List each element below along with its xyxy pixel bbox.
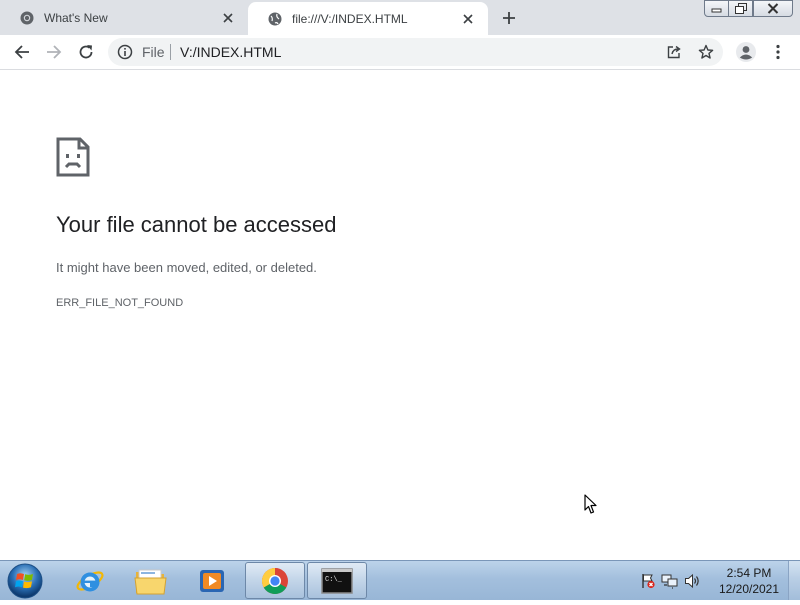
chrome-icon bbox=[261, 567, 288, 594]
error-title: Your file cannot be accessed bbox=[56, 212, 337, 237]
restore-icon bbox=[734, 3, 747, 14]
plus-icon bbox=[503, 12, 515, 24]
tab-strip: What's New file:///V:/INDEX.HTML bbox=[0, 0, 800, 35]
close-icon bbox=[767, 3, 779, 14]
browser-toolbar: File V:/INDEX.HTML bbox=[0, 35, 800, 70]
back-button[interactable] bbox=[8, 38, 36, 66]
reload-button[interactable] bbox=[72, 38, 100, 66]
arrow-right-icon bbox=[47, 45, 62, 59]
divider bbox=[170, 44, 171, 60]
forward-button[interactable] bbox=[40, 38, 68, 66]
reload-icon bbox=[79, 45, 93, 59]
bookmark-star-icon[interactable] bbox=[696, 42, 716, 62]
chrome-icon bbox=[20, 11, 34, 25]
system-clock[interactable]: 2:54 PM 12/20/2021 bbox=[716, 565, 782, 597]
volume-icon[interactable] bbox=[684, 573, 700, 589]
mouse-cursor-icon bbox=[584, 494, 598, 520]
clock-time: 2:54 PM bbox=[726, 566, 772, 580]
media-player-icon bbox=[200, 569, 224, 592]
windows-logo-icon bbox=[7, 563, 43, 599]
info-icon[interactable] bbox=[117, 44, 133, 60]
taskbar: C:\_ 2:54 PM 12/20/2021 bbox=[0, 560, 800, 600]
command-prompt-icon: C:\_ bbox=[321, 567, 353, 594]
sad-file-icon bbox=[56, 137, 90, 182]
share-icon[interactable] bbox=[664, 42, 684, 62]
avatar-icon bbox=[736, 42, 756, 62]
taskbar-media-player[interactable] bbox=[182, 562, 242, 599]
globe-icon bbox=[268, 12, 282, 26]
address-bar[interactable]: File V:/INDEX.HTML bbox=[108, 38, 723, 66]
error-message: It might have been moved, edited, or del… bbox=[56, 260, 317, 275]
tab-title: What's New bbox=[44, 10, 108, 25]
arrow-left-icon bbox=[14, 45, 29, 59]
new-tab-button[interactable] bbox=[498, 7, 520, 29]
profile-button[interactable] bbox=[732, 38, 760, 66]
taskbar-file-explorer[interactable] bbox=[121, 562, 181, 599]
restore-button[interactable] bbox=[728, 0, 753, 17]
clock-date: 12/20/2021 bbox=[718, 582, 780, 596]
taskbar-internet-explorer[interactable] bbox=[60, 562, 120, 599]
system-tray bbox=[640, 571, 700, 591]
site-scheme-label: File bbox=[142, 44, 165, 60]
cmd-prompt-text: C:\_ bbox=[325, 576, 343, 584]
close-tab-icon[interactable] bbox=[460, 11, 476, 27]
error-code: ERR_FILE_NOT_FOUND bbox=[56, 297, 184, 309]
minimize-button[interactable] bbox=[704, 0, 729, 17]
action-center-flag-icon[interactable] bbox=[640, 573, 656, 589]
url-text[interactable]: V:/INDEX.HTML bbox=[180, 44, 281, 60]
close-window-button[interactable] bbox=[753, 0, 793, 17]
internet-explorer-icon bbox=[76, 570, 104, 591]
tab-title: file:///V:/INDEX.HTML bbox=[292, 11, 408, 26]
show-desktop-button[interactable] bbox=[788, 561, 800, 600]
file-explorer-icon bbox=[134, 569, 167, 594]
taskbar-chrome[interactable] bbox=[245, 562, 305, 599]
close-tab-icon[interactable] bbox=[220, 10, 236, 26]
taskbar-command-prompt[interactable]: C:\_ bbox=[307, 562, 367, 599]
tab-whats-new[interactable]: What's New bbox=[0, 0, 249, 35]
minimize-icon bbox=[711, 8, 722, 12]
network-icon[interactable] bbox=[661, 573, 679, 589]
tab-index-html[interactable]: file:///V:/INDEX.HTML bbox=[248, 2, 488, 35]
more-vertical-icon bbox=[776, 44, 780, 60]
menu-button[interactable] bbox=[764, 38, 792, 66]
start-button[interactable] bbox=[6, 562, 44, 600]
